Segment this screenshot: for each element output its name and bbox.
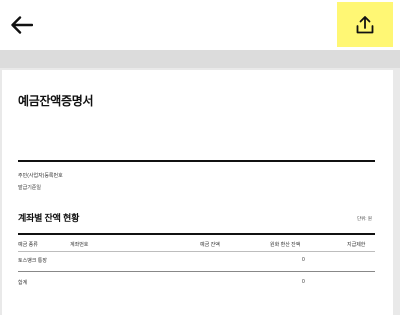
arrow-left-icon [11, 16, 33, 34]
table-top-rule [18, 233, 375, 235]
share-upload-icon [356, 15, 374, 33]
info-line-issue-date: 발급기준일 [18, 185, 42, 191]
table-row-krw-balance: 0 [302, 257, 305, 263]
document-title: 예금잔액증명서 [18, 94, 94, 108]
table-header-rule [18, 251, 375, 252]
certificate-document: 예금잔액증명서 주민(사업자)등록번호 발급기준일 계좌별 잔액 현황 단위: … [2, 70, 393, 315]
col-header-balance: 예금 잔액 [200, 242, 220, 248]
back-button[interactable] [6, 9, 38, 41]
section-title: 계좌별 잔액 현황 [18, 213, 80, 223]
share-button[interactable] [337, 2, 393, 47]
table-row-rule [18, 271, 375, 272]
total-krw-balance: 0 [302, 279, 305, 285]
info-line-registration-number: 주민(사업자)등록번호 [18, 173, 63, 179]
col-header-deposit-type: 예금 종류 [18, 242, 38, 248]
col-header-payment-limit: 지급제한 [347, 242, 366, 248]
top-bar [0, 0, 400, 50]
title-divider [18, 160, 375, 162]
total-label: 합계 [18, 280, 28, 286]
viewer-toolbar-band [0, 50, 400, 68]
table-row-deposit-type: 토스뱅크 통장 [18, 258, 47, 264]
col-header-krw-balance: 원화 환산 잔액 [270, 242, 301, 248]
col-header-account-number: 계좌번호 [70, 242, 89, 248]
unit-label: 단위: 원 [357, 216, 372, 221]
